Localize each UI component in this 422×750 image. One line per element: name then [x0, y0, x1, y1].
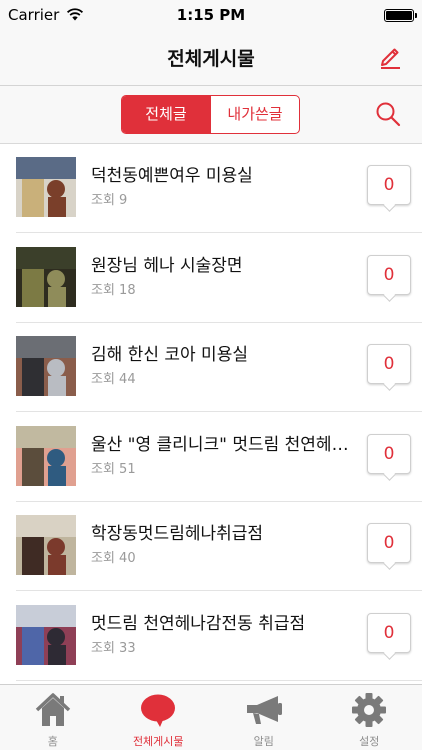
navigation-bar: 전체게시물 — [0, 30, 422, 86]
post-view-count: 조회 9 — [91, 193, 128, 208]
comment-count-badge: 0 — [367, 612, 411, 653]
post-title: 울산 "영 클리니크" 멋드림 천연헤나 취급점 — [91, 434, 359, 455]
page-title: 전체게시물 — [167, 48, 255, 70]
segment-all-posts[interactable]: 전체글 — [122, 96, 210, 133]
comment-count-badge: 0 — [367, 344, 411, 384]
post-list: 덕천동예쁜여우 미용실 조회 9 0 원장님 헤나 시술장면 조회 18 0 김해 한신 코… — [0, 144, 422, 684]
post-view-count: 조회 51 — [91, 461, 136, 477]
tab-notifications-label: 알림 — [253, 735, 274, 748]
tab-bar: 홈 전체게시물 알림 설정 — [0, 684, 422, 750]
row-divider — [16, 679, 422, 681]
post-thumbnail — [16, 604, 76, 665]
post-view-count: 조회 44 — [91, 372, 136, 387]
filter-bar: 전체글 내가쓴글 — [0, 86, 422, 144]
post-list-item[interactable]: 원장님 헤나 시술장면조회 18 0 — [0, 234, 422, 323]
comment-count-badge: 0 — [367, 523, 411, 563]
comment-count-badge: 0 — [367, 165, 411, 205]
segment-my-posts[interactable]: 내가쓴글 — [210, 96, 299, 133]
post-thumbnail — [16, 336, 76, 396]
tab-all-posts-label: 전체게시물 — [132, 735, 184, 748]
tab-home-label: 홈 — [47, 735, 58, 748]
post-title: 멋드림 천연헤나감전동 취급점 — [91, 613, 306, 634]
post-view-count: 조회 18 — [91, 282, 136, 298]
speech-bubble-icon — [141, 694, 176, 727]
comment-count-badge: 0 — [367, 433, 411, 474]
post-title: 덕천동예쁜여우 미용실 — [91, 166, 253, 186]
comment-count-badge: 0 — [367, 254, 411, 295]
post-filter-segmented-control: 전체글 내가쓴글 — [121, 95, 300, 134]
tab-settings[interactable]: 설정 — [317, 685, 422, 750]
post-thumbnail — [16, 157, 76, 217]
post-title: 학장동멋드림헤나취급점 — [91, 524, 264, 544]
post-thumbnail — [16, 425, 76, 486]
post-view-count: 조회 33 — [91, 640, 136, 656]
post-list-item[interactable]: 울산 "영 클리니크" 멋드림 천연헤나 취급점조회 51 0 — [0, 413, 422, 502]
tab-home[interactable]: 홈 — [0, 685, 106, 750]
megaphone-icon — [246, 696, 282, 724]
tab-notifications[interactable]: 알림 — [211, 685, 317, 750]
post-list-item[interactable]: 멋드림 천연헤나감전동 취급점조회 33 0 — [0, 592, 422, 681]
clock: 1:15 PM — [176, 6, 246, 24]
search-icon[interactable] — [374, 100, 402, 128]
post-thumbnail — [16, 515, 76, 575]
battery-icon — [384, 9, 417, 22]
post-view-count: 조회 40 — [91, 551, 136, 566]
gear-icon — [352, 693, 387, 727]
home-icon — [35, 693, 70, 726]
compose-pencil-icon[interactable] — [376, 42, 404, 70]
post-title: 원장님 헤나 시술장면 — [91, 255, 243, 276]
post-thumbnail — [16, 246, 76, 307]
tab-all-posts[interactable]: 전체게시물 — [106, 685, 212, 750]
post-list-item[interactable]: 학장동멋드림헤나취급점조회 40 0 — [0, 502, 422, 591]
tab-settings-label: 설정 — [359, 735, 380, 748]
post-title: 김해 한신 코아 미용실 — [91, 345, 248, 365]
status-bar: Carrier 1:15 PM — [0, 0, 422, 30]
post-list-item[interactable]: 김해 한신 코아 미용실조회 44 0 — [0, 323, 422, 412]
post-list-item[interactable]: 덕천동예쁜여우 미용실조회 9 0 — [0, 144, 422, 233]
